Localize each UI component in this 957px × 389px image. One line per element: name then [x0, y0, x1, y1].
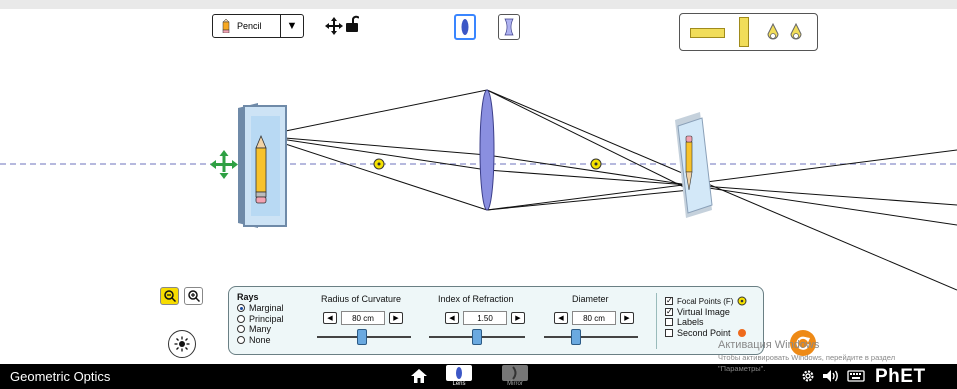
diameter-decrement-button[interactable]: ◀: [554, 312, 568, 324]
object-selector[interactable]: Pencil ▼: [212, 14, 304, 38]
horizontal-ruler-icon[interactable]: [690, 28, 725, 38]
radius-slider-thumb[interactable]: [357, 329, 367, 345]
diameter-spinner: ◀ 80 cm ▶: [554, 311, 634, 325]
image-frame: [675, 112, 713, 218]
checkbox[interactable]: [665, 318, 673, 327]
move-arrows-icon[interactable]: [325, 17, 343, 35]
ray-option-label: None: [249, 334, 271, 345]
ray-option-label: Principal: [249, 313, 284, 324]
optics-scene: Pencil ▼ Rays Marginal Principal Many No…: [0, 0, 957, 389]
index-decrement-button[interactable]: ◀: [445, 312, 459, 324]
index-value[interactable]: 1.50: [463, 311, 507, 325]
radius-value[interactable]: 80 cm: [341, 311, 385, 325]
gear-icon[interactable]: [801, 369, 815, 383]
panel-divider: [656, 293, 657, 349]
app-title: Geometric Optics: [10, 369, 111, 384]
visibility-checks: ✓ Focal Points (F) ✓ Virtual Image Label…: [665, 296, 747, 338]
activation-watermark-text: Чтобы активировать Windows, перейдите в …: [718, 353, 896, 362]
ray-option-many[interactable]: Many: [237, 324, 284, 335]
mirror-screen-tab[interactable]: Mirror: [500, 364, 530, 389]
brightness-button[interactable]: [168, 330, 196, 358]
focal-point-icon: [737, 296, 747, 306]
light-burst-icon: [174, 336, 190, 352]
phet-logo[interactable]: PhET: [875, 364, 926, 389]
virtual-image-check[interactable]: ✓ Virtual Image: [665, 307, 747, 318]
ray-option-marginal[interactable]: Marginal: [237, 303, 284, 314]
second-point-icon: [737, 328, 746, 337]
check-label: Second Point: [677, 327, 731, 338]
radius-decrement-button[interactable]: ◀: [323, 312, 337, 324]
home-icon[interactable]: [411, 369, 427, 383]
mirror-tab-thumbnail: [502, 365, 528, 381]
diameter-value[interactable]: 80 cm: [572, 311, 616, 325]
diameter-slider-track[interactable]: [544, 336, 638, 338]
zoom-out-button[interactable]: [160, 287, 179, 305]
concave-mirror-icon: [512, 366, 517, 380]
radio-button[interactable]: [237, 304, 245, 313]
object-frame: [238, 103, 287, 228]
zoom-in-icon: [187, 290, 200, 302]
ray-option-label: Many: [249, 324, 272, 335]
diameter-label: Diameter: [572, 294, 609, 304]
lens-tab-label: Lens: [452, 381, 466, 387]
vertical-ruler-icon[interactable]: [739, 17, 749, 47]
checkbox[interactable]: [665, 328, 673, 337]
drag-handle-icon: [210, 150, 238, 179]
index-increment-button[interactable]: ▶: [511, 312, 525, 324]
labels-check[interactable]: Labels: [665, 317, 747, 328]
pencil-icon: [222, 19, 230, 33]
radio-button[interactable]: [237, 335, 245, 344]
convex-lens-button[interactable]: [454, 14, 476, 40]
check-label: Virtual Image: [677, 306, 730, 317]
tool-box: [679, 13, 818, 51]
radio-button[interactable]: [237, 325, 245, 334]
ray-option-principal[interactable]: Principal: [237, 314, 284, 325]
convex-lens-icon: [456, 367, 462, 379]
diameter-increment-button[interactable]: ▶: [620, 312, 634, 324]
check-label: Focal Points (F): [677, 296, 734, 306]
convex-lens-icon: [461, 19, 469, 35]
activation-watermark-title: Активация Windows: [718, 339, 820, 351]
lens-screen-tab[interactable]: Lens: [444, 364, 474, 389]
radius-spinner: ◀ 80 cm ▶: [323, 311, 403, 325]
unlock-icon[interactable]: [345, 15, 359, 33]
light-source-icon[interactable]: [766, 23, 780, 43]
radio-button[interactable]: [237, 314, 245, 323]
mirror-tab-label: Mirror: [507, 381, 523, 387]
index-slider-thumb[interactable]: [472, 329, 482, 345]
ray-option-label: Marginal: [249, 303, 284, 314]
sound-icon[interactable]: [822, 369, 840, 383]
zoom-out-icon: [163, 290, 176, 302]
zoom-in-button[interactable]: [184, 287, 203, 305]
concave-lens-button[interactable]: [498, 14, 520, 40]
rays-title: Rays: [237, 292, 259, 302]
radius-label: Radius of Curvature: [321, 294, 402, 304]
keyboard-icon[interactable]: [847, 369, 865, 383]
check-label: Labels: [677, 317, 704, 328]
rays-group: Rays Marginal Principal Many None: [237, 292, 284, 345]
index-label: Index of Refraction: [438, 294, 514, 304]
light-rays: [260, 89, 957, 291]
convex-lens: [479, 89, 495, 211]
ray-option-none[interactable]: None: [237, 335, 284, 346]
lens-tab-thumbnail: [446, 365, 472, 381]
second-light-source-icon[interactable]: [789, 23, 803, 43]
concave-lens-icon: [504, 18, 514, 36]
checkbox[interactable]: ✓: [665, 297, 673, 306]
focal-points-check[interactable]: ✓ Focal Points (F): [665, 296, 747, 307]
radius-increment-button[interactable]: ▶: [389, 312, 403, 324]
activation-watermark-hint: "Параметры".: [718, 364, 766, 373]
checkbox[interactable]: ✓: [665, 307, 673, 316]
second-point-check[interactable]: Second Point: [665, 328, 747, 339]
index-spinner: ◀ 1.50 ▶: [445, 311, 525, 325]
control-panel: Rays Marginal Principal Many None Radius…: [228, 286, 764, 355]
diameter-slider-thumb[interactable]: [571, 329, 581, 345]
chevron-down-icon[interactable]: ▼: [280, 15, 303, 37]
